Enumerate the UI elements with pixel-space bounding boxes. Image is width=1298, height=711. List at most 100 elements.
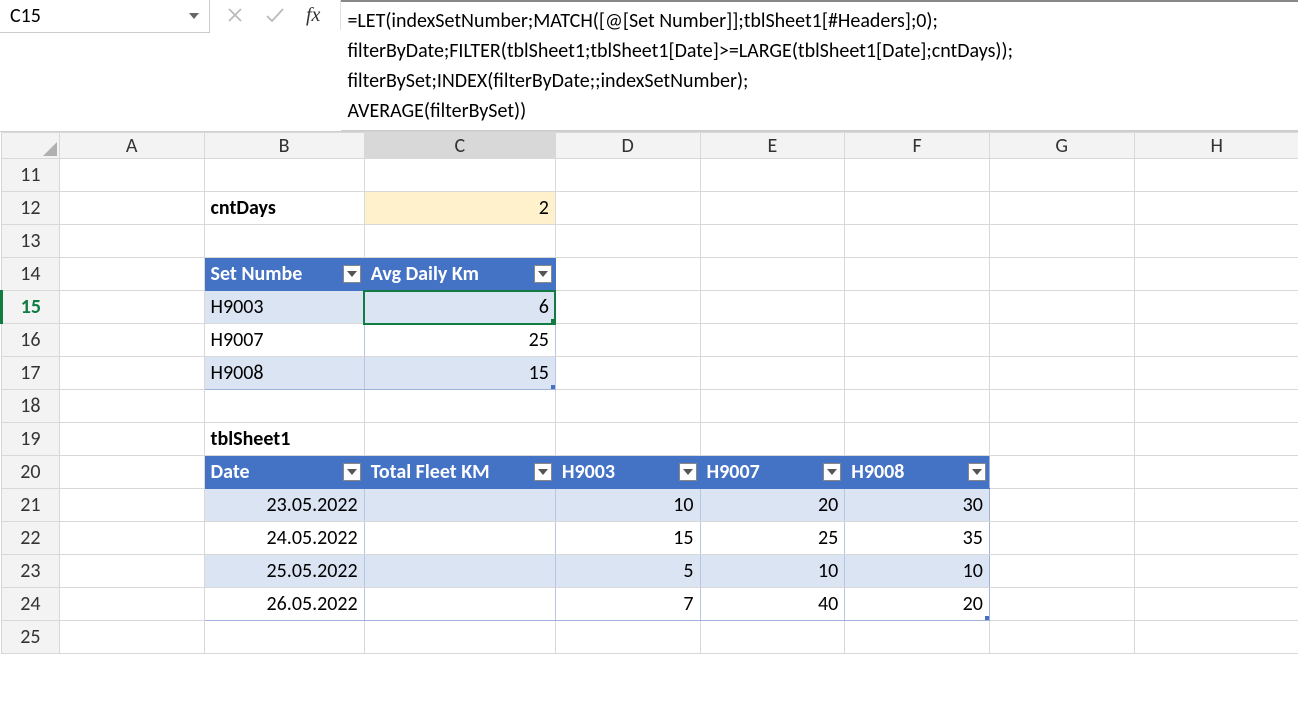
cell-E25[interactable] (700, 621, 845, 654)
cell-D23[interactable]: 5 (555, 555, 700, 588)
cell-D21[interactable]: 10 (555, 489, 700, 522)
cell-C15[interactable]: 6 (364, 291, 555, 324)
cell-H22[interactable] (1134, 522, 1298, 555)
cell-E22[interactable]: 25 (700, 522, 845, 555)
cell-F21[interactable]: 30 (845, 489, 990, 522)
cell-E15[interactable] (700, 291, 845, 324)
cell-H24[interactable] (1134, 588, 1298, 621)
cell-H16[interactable] (1134, 324, 1298, 357)
col-header-C[interactable]: C (364, 133, 555, 159)
cell-H21[interactable] (1134, 489, 1298, 522)
cell-C12[interactable]: 2 (364, 192, 555, 225)
cell-G23[interactable] (989, 555, 1134, 588)
cell-E16[interactable] (700, 324, 845, 357)
cell-D25[interactable] (555, 621, 700, 654)
row-header-13[interactable]: 13 (2, 225, 60, 258)
row-header-21[interactable]: 21 (2, 489, 60, 522)
cell-E18[interactable] (700, 390, 845, 423)
cell-C23[interactable] (364, 555, 555, 588)
row-header-17[interactable]: 17 (2, 357, 60, 390)
row-header-11[interactable]: 11 (2, 159, 60, 192)
cell-A25[interactable] (59, 621, 204, 654)
filter-icon[interactable] (343, 265, 361, 283)
filter-icon[interactable] (534, 265, 552, 283)
cell-B16[interactable]: H9007 (204, 324, 364, 357)
fx-icon[interactable]: fx (302, 4, 328, 27)
cell-E17[interactable] (700, 357, 845, 390)
cell-H11[interactable] (1134, 159, 1298, 192)
filter-icon[interactable] (968, 463, 986, 481)
cell-H20[interactable] (1134, 456, 1298, 489)
cell-A12[interactable] (59, 192, 204, 225)
cell-E13[interactable] (700, 225, 845, 258)
cell-H18[interactable] (1134, 390, 1298, 423)
row-header-18[interactable]: 18 (2, 390, 60, 423)
cell-E12[interactable] (700, 192, 845, 225)
cell-B25[interactable] (204, 621, 364, 654)
col-header-D[interactable]: D (555, 133, 700, 159)
cell-F15[interactable] (845, 291, 990, 324)
cell-B19[interactable]: tblSheet1 (204, 423, 364, 456)
cell-B21[interactable]: 23.05.2022 (204, 489, 364, 522)
row-header-25[interactable]: 25 (2, 621, 60, 654)
cell-A24[interactable] (59, 588, 204, 621)
cell-A23[interactable] (59, 555, 204, 588)
cell-C11[interactable] (364, 159, 555, 192)
cell-B18[interactable] (204, 390, 364, 423)
cell-E23[interactable]: 10 (700, 555, 845, 588)
cell-A19[interactable] (59, 423, 204, 456)
cell-H17[interactable] (1134, 357, 1298, 390)
cell-B11[interactable] (204, 159, 364, 192)
cell-D11[interactable] (555, 159, 700, 192)
cell-F25[interactable] (845, 621, 990, 654)
col-header-F[interactable]: F (845, 133, 990, 159)
cell-B24[interactable]: 26.05.2022 (204, 588, 364, 621)
enter-icon[interactable] (262, 2, 288, 28)
cell-A15[interactable] (59, 291, 204, 324)
cell-H14[interactable] (1134, 258, 1298, 291)
cell-H23[interactable] (1134, 555, 1298, 588)
filter-icon[interactable] (823, 463, 841, 481)
cell-A18[interactable] (59, 390, 204, 423)
row-header-12[interactable]: 12 (2, 192, 60, 225)
cell-B15[interactable]: H9003 (204, 291, 364, 324)
cell-G14[interactable] (989, 258, 1134, 291)
cell-A21[interactable] (59, 489, 204, 522)
cell-E11[interactable] (700, 159, 845, 192)
cell-H25[interactable] (1134, 621, 1298, 654)
cell-G13[interactable] (989, 225, 1134, 258)
cell-G20[interactable] (989, 456, 1134, 489)
cancel-icon[interactable] (222, 2, 248, 28)
cell-F19[interactable] (845, 423, 990, 456)
cell-D16[interactable] (555, 324, 700, 357)
cell-A14[interactable] (59, 258, 204, 291)
cell-C21[interactable] (364, 489, 555, 522)
cell-E20[interactable]: H9007 (700, 456, 845, 489)
row-header-14[interactable]: 14 (2, 258, 60, 291)
cell-G24[interactable] (989, 588, 1134, 621)
name-box-dropdown-icon[interactable] (185, 7, 203, 25)
cell-C17[interactable]: 15 (364, 357, 555, 390)
cell-C14[interactable]: Avg Daily Km (364, 258, 555, 291)
cell-B17[interactable]: H9008 (204, 357, 364, 390)
col-header-E[interactable]: E (700, 133, 845, 159)
cell-F13[interactable] (845, 225, 990, 258)
cell-G19[interactable] (989, 423, 1134, 456)
cell-F12[interactable] (845, 192, 990, 225)
cell-G25[interactable] (989, 621, 1134, 654)
cell-F20[interactable]: H9008 (845, 456, 990, 489)
cell-D17[interactable] (555, 357, 700, 390)
cell-D24[interactable]: 7 (555, 588, 700, 621)
cell-C20[interactable]: Total Fleet KM (364, 456, 555, 489)
cell-B23[interactable]: 25.05.2022 (204, 555, 364, 588)
cell-D12[interactable] (555, 192, 700, 225)
cell-B13[interactable] (204, 225, 364, 258)
row-header-24[interactable]: 24 (2, 588, 60, 621)
cell-E14[interactable] (700, 258, 845, 291)
cell-G22[interactable] (989, 522, 1134, 555)
cell-F14[interactable] (845, 258, 990, 291)
cell-A17[interactable] (59, 357, 204, 390)
row-header-19[interactable]: 19 (2, 423, 60, 456)
col-header-H[interactable]: H (1134, 133, 1298, 159)
cell-F24[interactable]: 20 (845, 588, 990, 621)
